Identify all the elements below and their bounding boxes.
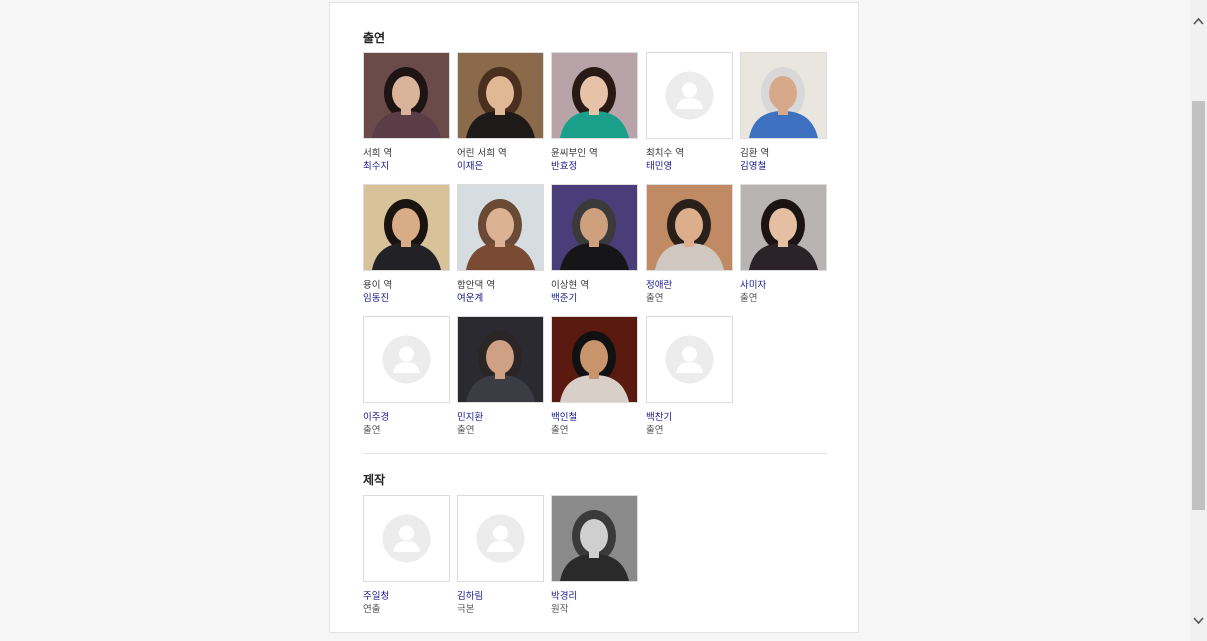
person-photo[interactable] [551, 316, 638, 403]
person-card[interactable]: 김하림 극본 [457, 495, 544, 616]
person-name[interactable]: 태민영 [646, 160, 733, 173]
person-role[interactable]: 사미자 [740, 279, 827, 292]
person-name: 출연 [646, 425, 664, 436]
cast-section-title: 출연 [363, 31, 386, 45]
person-photo[interactable] [363, 52, 450, 139]
person-name: 원작 [551, 604, 569, 615]
person-photo[interactable] [551, 495, 638, 582]
person-photo[interactable] [646, 184, 733, 271]
person-name[interactable]: 여운계 [457, 292, 544, 305]
person-role[interactable]: 백인철 [551, 411, 638, 424]
person-photo[interactable] [551, 52, 638, 139]
person-photo[interactable] [457, 316, 544, 403]
person-card[interactable]: 주일청 연출 [363, 495, 450, 616]
person-photo[interactable] [740, 52, 827, 139]
person-name: 출연 [363, 425, 381, 436]
person-role[interactable]: 주일청 [363, 590, 450, 603]
person-card[interactable]: 서희 역 최수지 [363, 52, 450, 173]
person-placeholder-icon[interactable] [646, 52, 733, 139]
person-placeholder-icon[interactable] [363, 316, 450, 403]
person-role[interactable]: 김하림 [457, 590, 544, 603]
person-name[interactable]: 반효정 [551, 160, 638, 173]
person-card[interactable]: 민지환 출연 [457, 316, 544, 437]
person-card[interactable]: 어린 서희 역 이재은 [457, 52, 544, 173]
person-name: 출연 [457, 425, 475, 436]
person-card[interactable]: 이주경 출연 [363, 316, 450, 437]
person-name: 출연 [551, 425, 569, 436]
person-card[interactable]: 함안댁 역 여운계 [457, 184, 544, 305]
person-role: 윤씨부인 역 [551, 148, 598, 159]
person-photo[interactable] [740, 184, 827, 271]
person-role[interactable]: 백찬기 [646, 411, 733, 424]
production-section-title: 제작 [363, 473, 386, 487]
person-placeholder-icon[interactable] [646, 316, 733, 403]
scroll-up-arrow-icon[interactable] [1190, 12, 1207, 29]
credits-panel: 출연 서희 역 최수지 어린 서희 역 이재은 윤씨부인 역 반효정 최치수 역 태민영 김환 … [329, 2, 859, 633]
person-name: 극본 [457, 604, 475, 615]
person-name[interactable]: 임동진 [363, 292, 450, 305]
person-card[interactable]: 최치수 역 태민영 [646, 52, 733, 173]
scroll-down-arrow-icon[interactable] [1190, 612, 1207, 629]
person-name[interactable]: 백준기 [551, 292, 638, 305]
person-card[interactable]: 정애란 출연 [646, 184, 733, 305]
person-name: 출연 [740, 293, 758, 304]
section-divider [363, 453, 827, 454]
person-card[interactable]: 사미자 출연 [740, 184, 827, 305]
person-role: 어린 서희 역 [457, 148, 507, 159]
person-role[interactable]: 이주경 [363, 411, 450, 424]
person-photo[interactable] [457, 184, 544, 271]
person-name[interactable]: 이재은 [457, 160, 544, 173]
person-name[interactable]: 김영철 [740, 160, 827, 173]
person-card[interactable]: 윤씨부인 역 반효정 [551, 52, 638, 173]
person-role: 이상현 역 [551, 280, 589, 291]
person-role: 서희 역 [363, 148, 393, 159]
scrollbar-thumb[interactable] [1192, 101, 1205, 510]
person-photo[interactable] [457, 52, 544, 139]
person-card[interactable]: 박경리 원작 [551, 495, 638, 616]
person-role[interactable]: 정애란 [646, 279, 733, 292]
person-placeholder-icon[interactable] [363, 495, 450, 582]
person-role: 최치수 역 [646, 148, 684, 159]
person-name[interactable]: 최수지 [363, 160, 450, 173]
person-role: 용이 역 [363, 280, 393, 291]
person-card[interactable]: 백찬기 출연 [646, 316, 733, 437]
person-card[interactable]: 백인철 출연 [551, 316, 638, 437]
person-role[interactable]: 박경리 [551, 590, 638, 603]
person-card[interactable]: 김환 역 김영철 [740, 52, 827, 173]
person-photo[interactable] [551, 184, 638, 271]
person-name: 출연 [646, 293, 664, 304]
person-role[interactable]: 민지환 [457, 411, 544, 424]
person-card[interactable]: 이상현 역 백준기 [551, 184, 638, 305]
vertical-scrollbar[interactable] [1190, 0, 1207, 641]
person-name: 연출 [363, 604, 381, 615]
person-role: 함안댁 역 [457, 280, 495, 291]
person-role: 김환 역 [740, 148, 770, 159]
person-photo[interactable] [363, 184, 450, 271]
person-placeholder-icon[interactable] [457, 495, 544, 582]
person-card[interactable]: 용이 역 임동진 [363, 184, 450, 305]
